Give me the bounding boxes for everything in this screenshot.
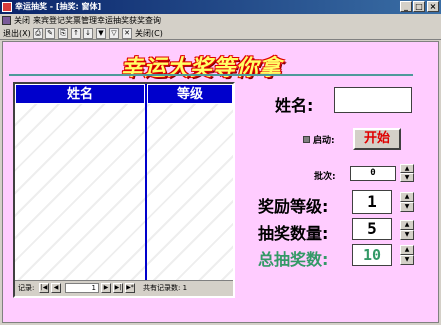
banner-title: 幸运大奖等你拿 — [121, 56, 283, 81]
minimize-button[interactable]: _ — [400, 1, 412, 12]
name-label: 姓名: — [275, 96, 314, 115]
last-record-button[interactable]: ▶| — [113, 283, 123, 293]
draw-count-up-button[interactable]: ▲ — [400, 220, 414, 230]
start-button[interactable]: 开始 — [353, 128, 401, 150]
column-header-name[interactable]: 姓名 — [15, 84, 145, 104]
divider — [9, 74, 413, 76]
draw-count-label: 抽奖数量: — [258, 224, 329, 243]
menu-close[interactable]: 关闭 — [14, 15, 30, 26]
record-count: 共有记录数: 1 — [143, 284, 188, 292]
print-icon[interactable]: ⎘ — [58, 28, 68, 39]
first-record-button[interactable]: |◀ — [39, 283, 49, 293]
window-title: 幸运抽奖 - [抽奖: 窗体] — [15, 2, 102, 11]
print-preview-icon[interactable]: ⎙ — [33, 28, 43, 39]
draw-count-stepper[interactable]: ▲ ▼ — [400, 220, 414, 240]
close-form-button[interactable]: 关闭(C) — [135, 28, 163, 39]
menu-lucky-draw[interactable]: 幸运抽奖 — [97, 15, 129, 26]
menu-ticket-manage[interactable]: 奖票管理 — [65, 15, 97, 26]
new-record-button[interactable]: ▶* — [125, 283, 135, 293]
batch-up-button[interactable]: ▲ — [400, 164, 414, 173]
title-bar: 幸运抽奖 - [抽奖: 窗体] _ □ × — [0, 0, 441, 14]
close-icon[interactable]: ✕ — [122, 28, 132, 39]
list-background — [15, 104, 233, 280]
filter-icon[interactable]: ▼ — [96, 28, 106, 39]
column-header-level[interactable]: 等级 — [147, 84, 233, 104]
prize-level-stepper[interactable]: ▲ ▼ — [400, 192, 414, 212]
total-draws-up-button[interactable]: ▲ — [400, 245, 414, 255]
batch-field[interactable]: 0 — [350, 166, 396, 181]
prize-level-label: 奖励等级: — [258, 197, 329, 216]
menu-bar: 关闭 来宾登记 奖票管理 幸运抽奖 获奖查询 — [0, 14, 441, 27]
next-record-button[interactable]: ▶ — [101, 283, 111, 293]
prize-level-up-button[interactable]: ▲ — [400, 192, 414, 202]
results-list[interactable]: 姓名 等级 记录: |◀ ◀ 1 ▶ ▶| ▶* 共有记录数: 1 — [13, 82, 235, 298]
total-draws-label: 总抽奖数: — [258, 250, 329, 269]
column-separator — [145, 84, 147, 280]
design-view-icon[interactable]: ✎ — [45, 28, 55, 39]
prize-level-down-button[interactable]: ▼ — [400, 202, 414, 212]
maximize-button[interactable]: □ — [413, 1, 425, 12]
toggle-filter-icon[interactable]: ▽ — [109, 28, 119, 39]
prize-level-field[interactable]: 1 — [352, 190, 392, 214]
prev-record-button[interactable]: ◀ — [51, 283, 61, 293]
app-icon[interactable] — [2, 2, 12, 12]
close-window-button[interactable]: × — [427, 1, 439, 12]
exit-button[interactable]: 退出(X) — [3, 28, 31, 39]
batch-stepper[interactable]: ▲ ▼ — [400, 164, 414, 182]
start-label: 启动: — [313, 136, 335, 146]
draw-count-down-button[interactable]: ▼ — [400, 230, 414, 240]
batch-down-button[interactable]: ▼ — [400, 173, 414, 182]
total-draws-down-button[interactable]: ▼ — [400, 255, 414, 265]
record-number-field[interactable]: 1 — [65, 283, 99, 293]
total-draws-field[interactable]: 10 — [352, 244, 392, 266]
draw-count-field[interactable]: 5 — [352, 218, 392, 240]
lottery-form: 幸运大奖等你拿 姓名 等级 记录: |◀ ◀ 1 ▶ ▶| ▶* 共有记录数: … — [2, 41, 439, 323]
sort-ascending-icon[interactable]: ↑ — [71, 28, 81, 39]
record-label: 记录: — [18, 284, 35, 292]
total-draws-stepper[interactable]: ▲ ▼ — [400, 245, 414, 265]
batch-label: 批次: — [314, 172, 336, 182]
form-menu-icon[interactable] — [2, 16, 11, 25]
sort-descending-icon[interactable]: ↓ — [83, 28, 93, 39]
toolbar: 退出(X) ⎙ ✎ ⎘ ↑ ↓ ▼ ▽ ✕ 关闭(C) — [0, 27, 441, 40]
start-checkbox[interactable] — [303, 136, 310, 143]
menu-guest-register[interactable]: 来宾登记 — [33, 15, 65, 26]
menu-winner-query[interactable]: 获奖查询 — [129, 15, 161, 26]
record-navigator: 记录: |◀ ◀ 1 ▶ ▶| ▶* 共有记录数: 1 — [15, 280, 233, 296]
name-display-field[interactable] — [334, 87, 412, 113]
